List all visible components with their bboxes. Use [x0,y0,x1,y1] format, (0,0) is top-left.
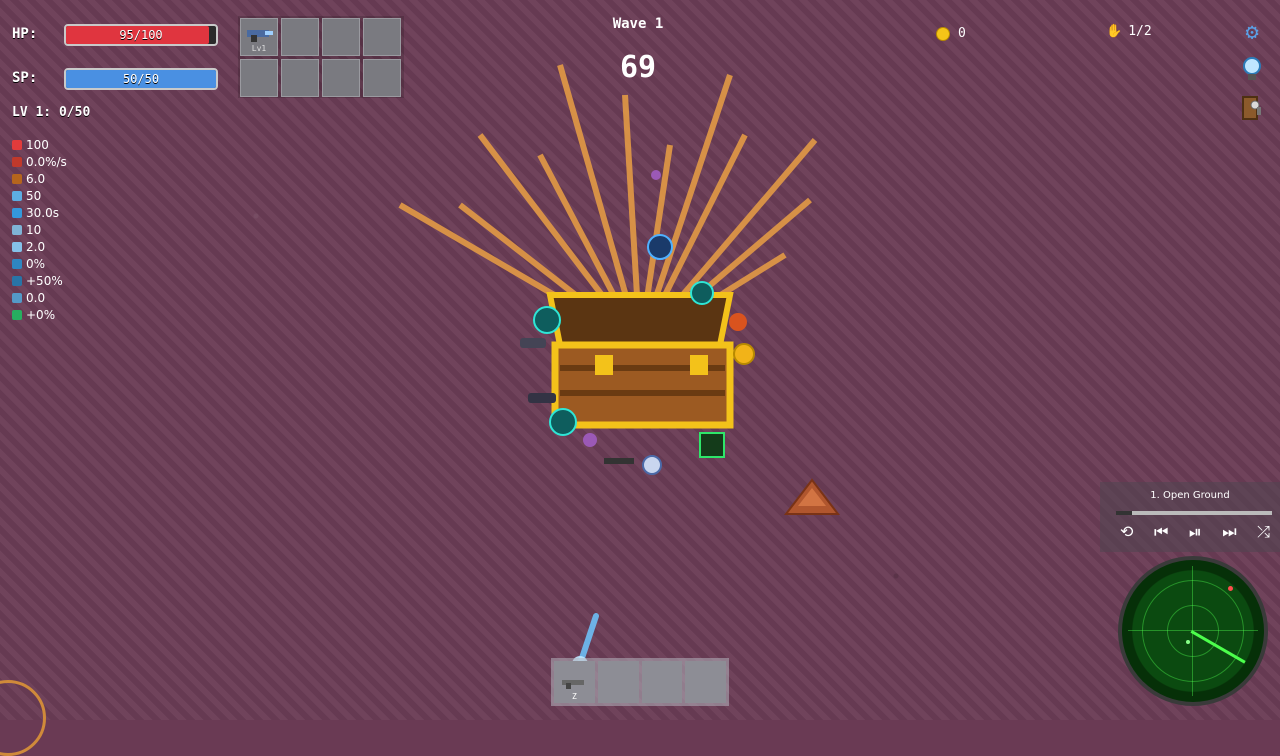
sp-bar: 50/50 [64,68,218,90]
radar-minimap [1118,556,1268,706]
speed-icon [12,241,22,252]
track-title: 1. Open Ground [1150,490,1230,501]
stat-row: 0.0 [12,289,67,306]
track-progress-bar[interactable] [1116,511,1272,515]
radar-enemy-dot [1228,586,1233,591]
repeat-icon[interactable]: ⟲ [1120,522,1133,542]
crit-damage-icon [12,275,22,286]
crit-icon [12,258,22,269]
inventory-slot[interactable]: Lv1 [240,18,278,56]
shield-regen-icon [12,207,22,218]
armor-icon [12,292,22,303]
coin-counter: 0 [936,26,966,41]
blaster-icon [247,30,273,42]
stats-list: 100 0.0%/s 6.0 50 30.0s 10 2.0 0% +50% 0.0 +0% [12,136,67,323]
weapon-hotbar: Z [551,658,729,706]
stat-value: 6.0 [26,171,46,186]
stat-value: 0% [26,256,46,271]
bug-icon [12,309,22,320]
inventory-slot[interactable] [240,59,278,97]
inventory-slot[interactable] [322,59,360,97]
hp-value: 95/100 [119,28,163,42]
coin-count: 0 [958,26,966,41]
stat-row: 2.0 [12,238,67,255]
sp-value: 50/50 [122,72,160,86]
next-icon[interactable]: ⏭ [1222,522,1236,542]
slot-level: Lv1 [251,44,267,53]
stat-value: 0.0 [26,290,46,305]
heart-icon [12,139,22,150]
hp-bar: 95/100 [64,24,218,46]
coin-icon [936,26,950,41]
stat-value: 10 [26,222,42,237]
stat-value: 0.0%/s [26,154,67,169]
gear-icon[interactable]: ⚙ [1238,18,1266,46]
stat-row: 0.0%/s [12,153,67,170]
radar-player-dot [1186,640,1190,644]
wave-label: Wave 1 [612,16,664,32]
inventory-slot[interactable] [281,18,319,56]
previous-icon[interactable]: ⏮ [1154,522,1168,542]
stat-row: 6.0 [12,170,67,187]
stat-row: 10 [12,221,67,238]
sword-icon [12,224,22,235]
hotbar-slot[interactable] [597,661,639,703]
rifle-icon [562,680,584,689]
stat-value: 2.0 [26,239,46,254]
inventory-slot[interactable] [322,18,360,56]
stat-row: +0% [12,306,67,323]
stat-row: 0% [12,255,67,272]
hotbar-slot[interactable] [685,661,726,703]
music-controls: ⟲ ⏮ ⏯ ⏭ ⤮ [1120,522,1270,542]
stat-row: +50% [12,272,67,289]
shuffle-icon[interactable]: ⤮ [1257,522,1270,542]
shield-icon [12,190,22,201]
damage-icon [12,173,22,184]
stat-row: 100 [12,136,67,153]
regen-icon [12,156,22,167]
inventory-slot[interactable] [281,59,319,97]
hp-label: HP: [12,26,38,42]
stat-value: +50% [26,273,63,288]
hand-icon: ✋ [1106,24,1123,39]
music-player: 1. Open Ground ⟲ ⏮ ⏯ ⏭ ⤮ [1100,482,1280,552]
stat-row: 50 [12,187,67,204]
stat-value: 100 [26,137,49,152]
stat-value: +0% [26,307,56,322]
stat-value: 30.0s [26,205,59,220]
play-icon[interactable]: ⏯ [1189,522,1202,542]
inventory-grid: Lv1 [238,16,404,98]
treasure-chest-scene [398,64,818,475]
track-progress-fill [1116,511,1132,515]
hotbar-slot[interactable] [641,661,683,703]
inventory-slot[interactable] [363,18,401,56]
exit-door-icon[interactable] [1238,94,1266,122]
dirt-mound [784,478,840,515]
treasure-chest[interactable] [546,292,734,429]
lightbulb-icon[interactable] [1238,56,1266,84]
hand-counter: ✋ 1/2 [1106,24,1152,39]
stat-row: 30.0s [12,204,67,221]
level-text: LV 1: 0/50 [12,105,91,120]
stat-value: 50 [26,188,42,203]
hand-count: 1/2 [1128,24,1152,39]
sp-label: SP: [12,70,38,86]
hotbar-slot[interactable]: Z [554,661,595,703]
hotbar-key: Z [571,692,577,701]
